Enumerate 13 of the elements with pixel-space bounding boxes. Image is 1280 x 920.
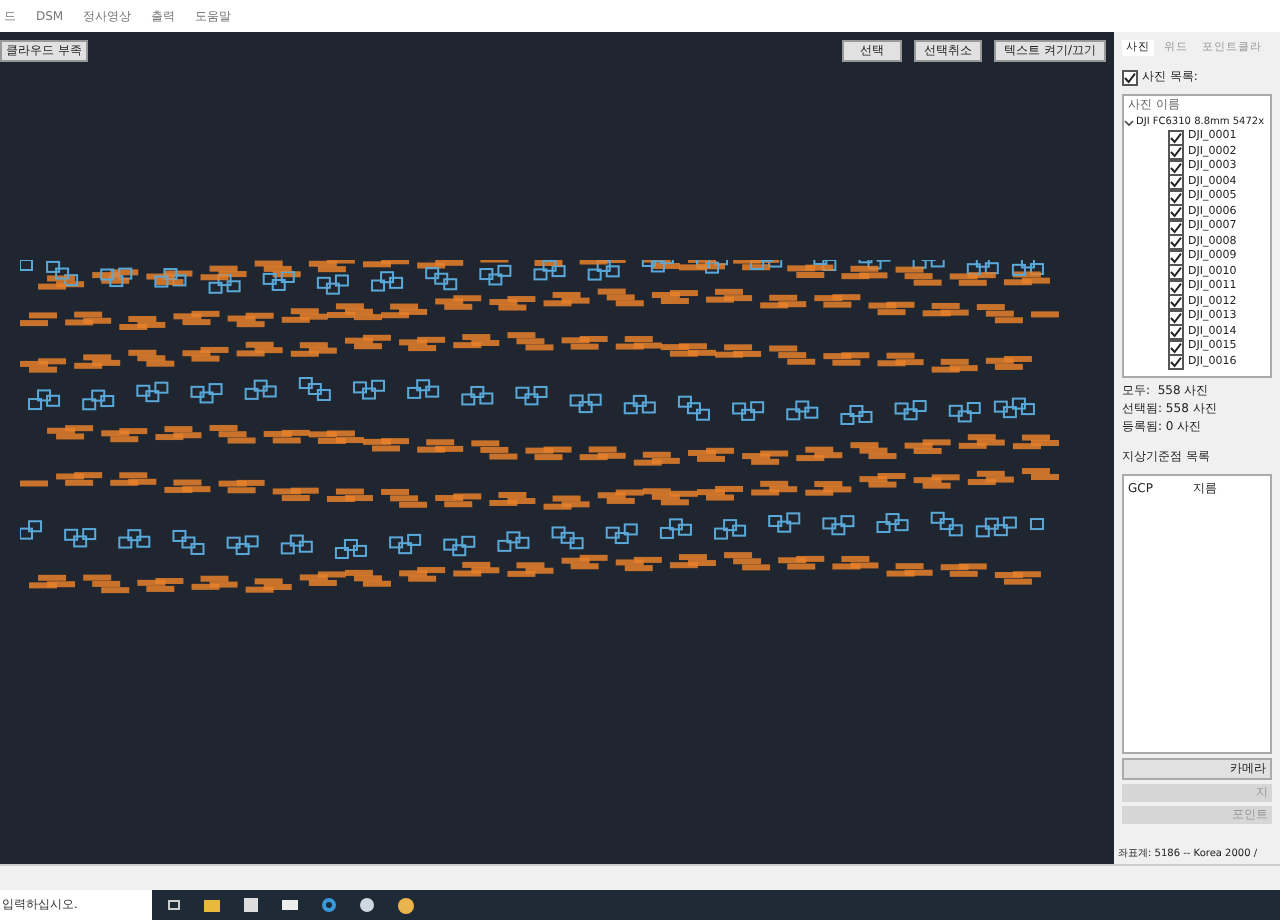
checkbox[interactable] [1168, 234, 1184, 251]
checkbox[interactable] [1168, 144, 1184, 161]
checkbox[interactable] [1168, 129, 1184, 146]
checkbox[interactable] [1168, 324, 1184, 341]
checkbox[interactable] [1122, 69, 1138, 85]
folder-icon[interactable] [204, 899, 220, 911]
task-view-icon[interactable] [168, 900, 180, 910]
checkbox[interactable] [1168, 204, 1184, 221]
checkbox[interactable] [1168, 294, 1184, 311]
chevron-icon[interactable] [1124, 117, 1134, 127]
checkbox[interactable] [1168, 174, 1184, 191]
checkbox[interactable] [1168, 264, 1184, 281]
checkbox[interactable] [1168, 354, 1184, 371]
